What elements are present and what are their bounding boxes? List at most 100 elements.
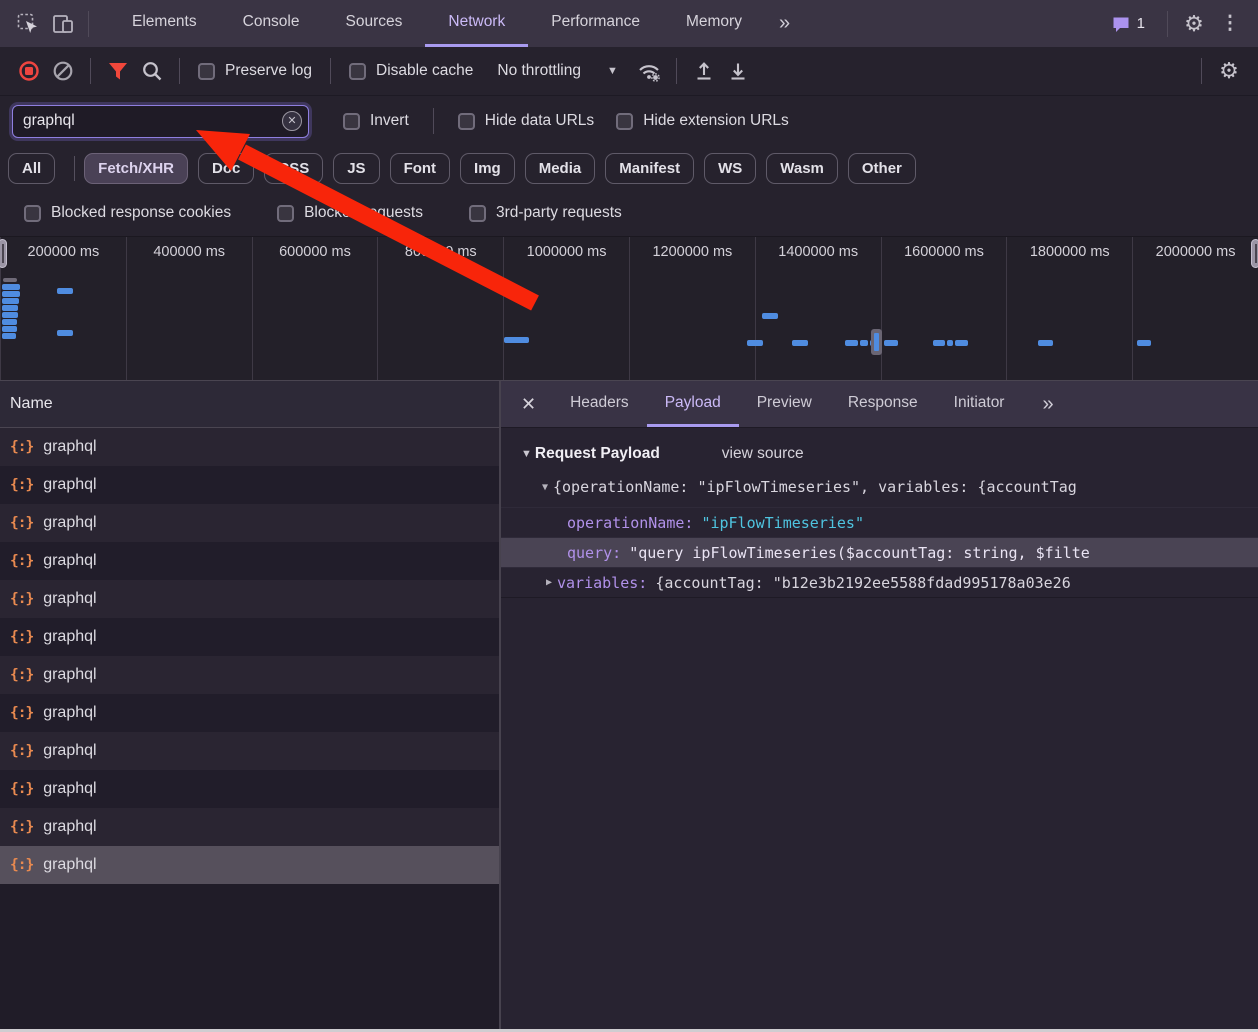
inspect-element-button[interactable]	[10, 0, 46, 47]
close-detail-button[interactable]: ✕	[501, 381, 552, 427]
request-name: graphql	[43, 666, 96, 684]
devtools-settings-button[interactable]: ⚙	[1176, 11, 1212, 37]
filter-option-checkbox[interactable]	[277, 205, 294, 222]
issues-counter-button[interactable]: 1	[1111, 14, 1145, 34]
panel-tab[interactable]: Performance	[528, 0, 663, 47]
clear-network-log-button[interactable]	[46, 55, 80, 87]
request-type-chip[interactable]: Media	[525, 153, 596, 184]
request-row[interactable]: {:} graphql	[0, 618, 499, 656]
request-payload-section[interactable]: ▼ Request Payload view source	[501, 428, 1258, 473]
invert-filter-toggle[interactable]: Invert	[343, 112, 409, 130]
network-overview-timeline[interactable]: 200000 ms400000 ms600000 ms800000 ms1000…	[0, 236, 1258, 380]
hide-extension-urls-checkbox[interactable]	[616, 113, 633, 130]
payload-row-variables[interactable]: ▶ variables: {accountTag: "b12e3b2192ee5…	[501, 567, 1258, 597]
payload-summary-row[interactable]: ▼ {operationName: "ipFlowTimeseries", va…	[501, 473, 1258, 501]
filter-funnel-icon	[107, 61, 129, 81]
record-network-log-button[interactable]	[12, 55, 46, 87]
request-row[interactable]: {:} graphql	[0, 428, 499, 466]
request-row[interactable]: {:} graphql	[0, 732, 499, 770]
request-row[interactable]: {:} graphql	[0, 846, 499, 884]
clear-filter-button[interactable]: ✕	[282, 111, 302, 131]
filter-toggle-button[interactable]	[101, 55, 135, 87]
request-type-chip[interactable]: WS	[704, 153, 756, 184]
toolbar-divider	[330, 58, 331, 84]
more-detail-tabs-button[interactable]: »	[1028, 381, 1065, 427]
request-type-chip[interactable]: Other	[848, 153, 916, 184]
preserve-log-checkbox[interactable]	[198, 63, 215, 80]
timeline-request-bar	[955, 340, 968, 346]
request-row[interactable]: {:} graphql	[0, 770, 499, 808]
request-name: graphql	[43, 476, 96, 494]
request-type-chip[interactable]: Fetch/XHR	[84, 153, 188, 184]
timeline-left-handle[interactable]	[0, 239, 7, 268]
request-row[interactable]: {:} graphql	[0, 580, 499, 618]
filter-option-toggle[interactable]: 3rd-party requests	[469, 204, 622, 222]
request-row[interactable]: {:} graphql	[0, 466, 499, 504]
network-filter-bar: ✕ Invert Hide data URLs Hide extension U…	[0, 96, 1258, 146]
hide-data-urls-checkbox[interactable]	[458, 113, 475, 130]
request-type-chip[interactable]: JS	[333, 153, 379, 184]
request-row[interactable]: {:} graphql	[0, 656, 499, 694]
disable-cache-checkbox[interactable]	[349, 63, 366, 80]
record-icon	[18, 60, 40, 82]
triangle-down-icon[interactable]: ▼	[521, 448, 532, 460]
request-type-chip[interactable]: CSS	[264, 153, 323, 184]
request-type-chip[interactable]: Manifest	[605, 153, 694, 184]
request-row[interactable]: {:} graphql	[0, 542, 499, 580]
filter-option-toggle[interactable]: Blocked response cookies	[24, 204, 231, 222]
payload-row-query[interactable]: query: "query ipFlowTimeseries($accountT…	[501, 537, 1258, 567]
export-har-button[interactable]	[721, 55, 755, 87]
triangle-down-icon[interactable]: ▼	[537, 482, 553, 493]
import-har-button[interactable]	[687, 55, 721, 87]
timeline-bars	[0, 237, 1258, 380]
filter-option-checkbox[interactable]	[24, 205, 41, 222]
fetch-xhr-icon: {:}	[10, 553, 33, 569]
more-tabs-button[interactable]: »	[765, 0, 802, 47]
preserve-log-toggle[interactable]: Preserve log	[198, 62, 312, 80]
detail-tab[interactable]: Headers	[552, 381, 647, 427]
request-type-chip[interactable]: All	[8, 153, 55, 184]
request-type-chip[interactable]: Doc	[198, 153, 254, 184]
filter-option-toggle[interactable]: Blocked requests	[277, 204, 423, 222]
request-type-chip[interactable]: Img	[460, 153, 515, 184]
throttling-dropdown[interactable]: No throttling ▼	[497, 62, 617, 80]
request-type-chip[interactable]: Wasm	[766, 153, 838, 184]
timeline-request-bar	[2, 298, 19, 304]
triangle-right-icon[interactable]: ▶	[541, 577, 557, 588]
filter-option-checkbox[interactable]	[469, 205, 486, 222]
request-row[interactable]: {:} graphql	[0, 504, 499, 542]
request-row[interactable]: {:} graphql	[0, 694, 499, 732]
panel-tab[interactable]: Console	[220, 0, 323, 47]
panel-tab[interactable]: Sources	[323, 0, 426, 47]
search-network-button[interactable]	[135, 55, 169, 87]
panel-tab[interactable]: Network	[425, 0, 528, 47]
timeline-right-handle[interactable]	[1251, 239, 1258, 268]
disable-cache-toggle[interactable]: Disable cache	[349, 62, 473, 80]
devtools-menu-button[interactable]: ⋮	[1212, 12, 1248, 35]
filter-input[interactable]	[12, 105, 309, 138]
payload-row-operation-name[interactable]: operationName: "ipFlowTimeseries"	[501, 507, 1258, 537]
name-column-header[interactable]: Name	[0, 381, 499, 428]
panel-tab[interactable]: Memory	[663, 0, 765, 47]
detail-tab[interactable]: Payload	[647, 381, 739, 427]
topbar-divider	[1167, 11, 1168, 37]
request-row[interactable]: {:} graphql	[0, 808, 499, 846]
fetch-xhr-icon: {:}	[10, 743, 33, 759]
hide-extension-urls-toggle[interactable]: Hide extension URLs	[616, 112, 789, 130]
request-type-chip[interactable]: Font	[390, 153, 450, 184]
preserve-log-label: Preserve log	[225, 62, 312, 80]
network-conditions-button[interactable]	[632, 55, 666, 87]
payload-summary-text: {operationName: "ipFlowTimeseries", vari…	[553, 478, 1077, 496]
request-type-filters: All Fetch/XHR Doc CSS JS Font Img Media Manifest…	[0, 146, 1258, 190]
detail-tab[interactable]: Initiator	[936, 381, 1023, 427]
detail-tab[interactable]: Response	[830, 381, 936, 427]
timeline-request-bar	[2, 284, 20, 290]
network-settings-button[interactable]: ⚙	[1212, 55, 1246, 87]
view-source-link[interactable]: view source	[722, 445, 804, 463]
invert-checkbox[interactable]	[343, 113, 360, 130]
panel-tab[interactable]: Elements	[109, 0, 220, 47]
device-toolbar-button[interactable]	[46, 0, 82, 47]
message-bubble-icon	[1111, 14, 1131, 34]
hide-data-urls-toggle[interactable]: Hide data URLs	[458, 112, 594, 130]
detail-tab[interactable]: Preview	[739, 381, 830, 427]
